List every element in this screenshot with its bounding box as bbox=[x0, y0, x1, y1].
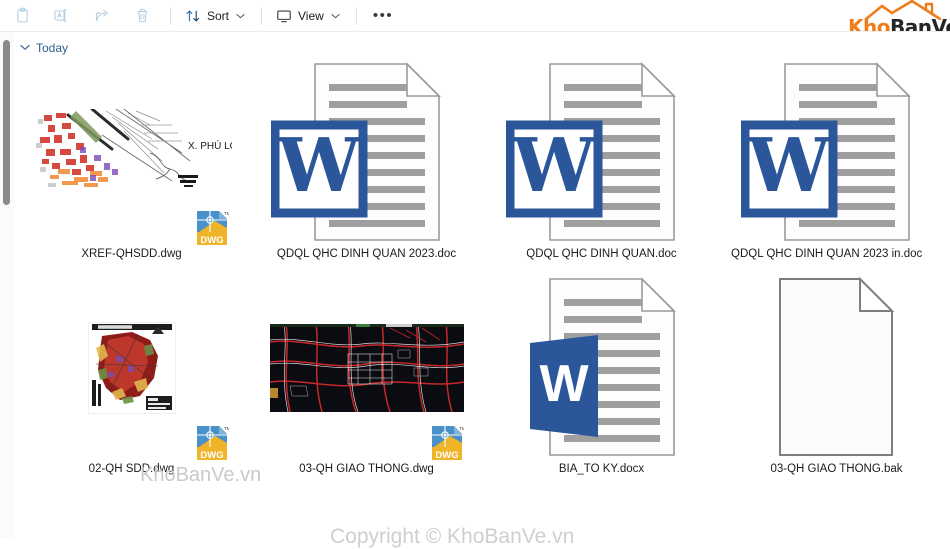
word-docx-icon: W bbox=[529, 277, 676, 456]
dwg-file-badge: DWG TM bbox=[195, 423, 229, 463]
file-name-label: BIA_TO KY.docx bbox=[558, 463, 645, 475]
svg-text:W: W bbox=[511, 123, 596, 209]
file-list-pane: Today X. PHÚ L DWG TM XREF-QHSDD.dwg W Q… bbox=[0, 31, 950, 548]
chevron-down-icon bbox=[20, 43, 30, 54]
file-thumbnail: W bbox=[484, 58, 719, 248]
svg-text:TM: TM bbox=[224, 211, 229, 216]
file-name-label: XREF-QHSDD.dwg bbox=[81, 248, 182, 260]
sort-icon bbox=[185, 8, 201, 24]
rename-button[interactable] bbox=[42, 2, 82, 30]
file-name-label: QDQL QHC DINH QUAN 2023 in.doc bbox=[731, 248, 923, 260]
file-tile[interactable]: W QDQL QHC DINH QUAN.doc bbox=[484, 58, 719, 270]
file-thumbnail bbox=[719, 273, 950, 463]
trash-icon bbox=[134, 7, 151, 24]
word-doc-icon: W bbox=[270, 62, 441, 241]
svg-text:DWG: DWG bbox=[435, 450, 458, 461]
cad-drawing-thumbnail: X. PHÚ LỢI bbox=[31, 109, 232, 197]
dwg-file-badge: DWG TM bbox=[430, 423, 464, 463]
view-label: View bbox=[298, 8, 324, 23]
ellipsis-icon: ••• bbox=[372, 7, 394, 24]
share-icon bbox=[93, 7, 111, 24]
file-tile[interactable]: W BIA_TO KY.docx bbox=[484, 273, 719, 485]
file-name-label: 02-QH SDD.dwg bbox=[88, 463, 175, 475]
dwg-file-badge: DWG TM bbox=[195, 208, 229, 248]
file-tile[interactable]: DWG TM 03-QH GIAO THONG.dwg bbox=[249, 273, 484, 485]
chevron-down-icon bbox=[331, 13, 340, 19]
file-name-label: 03-QH GIAO THONG.bak bbox=[770, 463, 903, 475]
file-tile[interactable]: 03-QH GIAO THONG.bak bbox=[719, 273, 950, 485]
view-button[interactable]: View bbox=[268, 2, 350, 30]
share-button[interactable] bbox=[82, 2, 122, 30]
file-name-label: QDQL QHC DINH QUAN.doc bbox=[526, 248, 677, 260]
delete-button[interactable] bbox=[122, 2, 162, 30]
rename-icon bbox=[53, 7, 71, 24]
toolbar-separator-1 bbox=[170, 6, 171, 25]
sort-button[interactable]: Sort bbox=[177, 2, 255, 30]
file-thumbnail: W bbox=[249, 58, 484, 248]
file-thumbnail: W bbox=[719, 58, 950, 248]
group-header-today[interactable]: Today bbox=[20, 39, 68, 57]
overflow-menu-button[interactable]: ••• bbox=[363, 2, 403, 30]
svg-text:TM: TM bbox=[224, 426, 229, 431]
file-tile[interactable]: X. PHÚ LỢI bbox=[14, 58, 249, 270]
file-tile[interactable]: DWG TM 02-QH SDD.dwg bbox=[14, 273, 249, 485]
file-tile[interactable]: W QDQL QHC DINH QUAN 2023 in.doc bbox=[719, 58, 950, 270]
file-thumbnail: W bbox=[484, 273, 719, 463]
scrollbar-thumb[interactable] bbox=[3, 40, 10, 205]
toolbar-separator-3 bbox=[355, 6, 357, 25]
chevron-down-icon bbox=[236, 13, 245, 19]
paste-icon bbox=[14, 7, 31, 24]
toolbar-separator-2 bbox=[261, 6, 263, 25]
svg-text:TM: TM bbox=[459, 426, 464, 431]
file-grid: X. PHÚ LỢI bbox=[14, 58, 950, 538]
sort-label: Sort bbox=[207, 8, 230, 23]
file-tile[interactable]: W QDQL QHC DINH QUAN 2023.doc bbox=[249, 58, 484, 270]
file-name-label: 03-QH GIAO THONG.dwg bbox=[299, 463, 434, 475]
cad-drawing-thumbnail bbox=[87, 322, 176, 414]
view-icon bbox=[276, 8, 292, 24]
group-title: Today bbox=[36, 41, 69, 55]
toolbar: Sort View ••• bbox=[0, 0, 950, 31]
thumbnail-text: X. PHÚ LỢI bbox=[188, 139, 232, 152]
svg-text:DWG: DWG bbox=[200, 450, 223, 461]
blank-file-icon bbox=[778, 276, 894, 456]
svg-text:W: W bbox=[746, 123, 831, 209]
word-doc-icon: W bbox=[740, 62, 911, 241]
word-doc-icon: W bbox=[505, 62, 676, 241]
paste-button[interactable] bbox=[2, 2, 42, 30]
svg-text:W: W bbox=[276, 123, 361, 209]
cad-drawing-thumbnail bbox=[269, 324, 464, 412]
file-name-label: QDQL QHC DINH QUAN 2023.doc bbox=[276, 248, 457, 260]
svg-text:W: W bbox=[539, 355, 589, 413]
svg-text:DWG: DWG bbox=[200, 235, 223, 246]
vertical-scrollbar[interactable] bbox=[0, 32, 14, 538]
